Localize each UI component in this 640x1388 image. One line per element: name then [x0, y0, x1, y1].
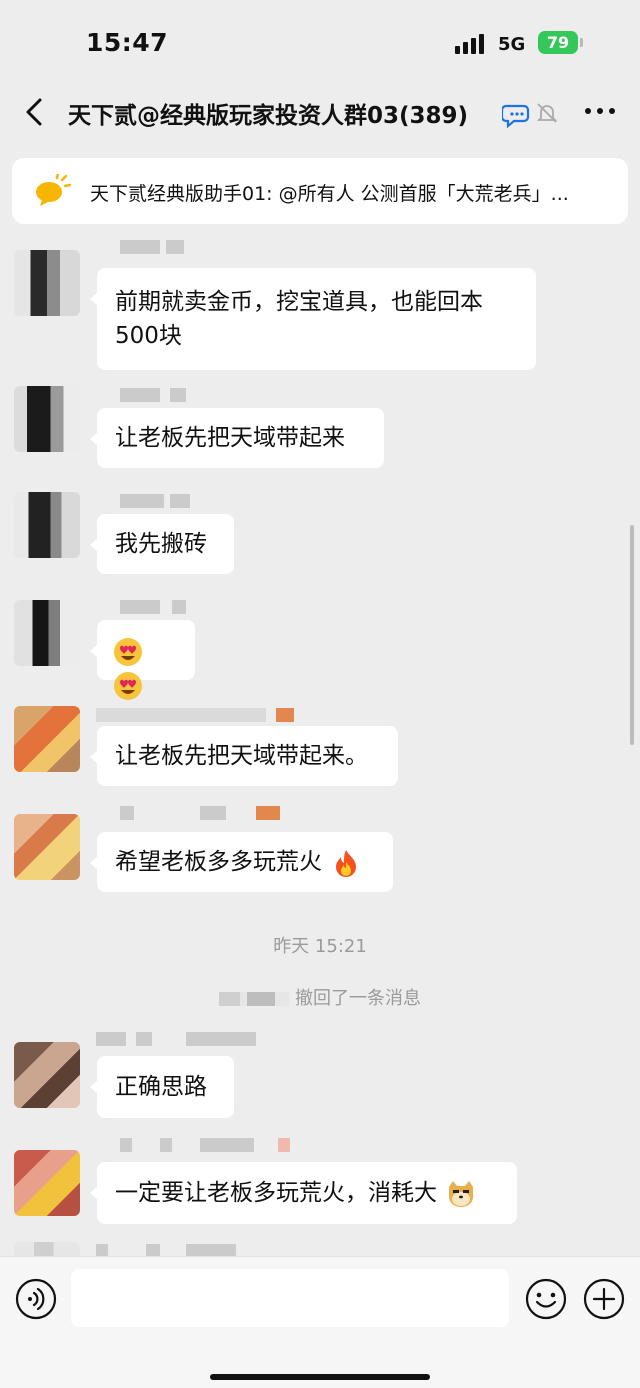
more-options-icon[interactable]	[580, 96, 620, 126]
sender-name	[96, 386, 306, 404]
mute-bell-icon	[536, 103, 558, 123]
message-text: 让老板先把天域带起来。	[115, 743, 368, 769]
heart-eyes-emoji-icon	[114, 671, 142, 700]
avatar[interactable]	[14, 1042, 80, 1108]
message-text: 一定要让老板多玩荒火，消耗大	[115, 1180, 437, 1206]
chat-header: 天下贰@经典版玩家投资人群03(389)	[0, 84, 640, 142]
signal-icon	[455, 32, 489, 54]
time-separator: 昨天 15:21	[273, 936, 367, 957]
sender-name	[96, 804, 306, 822]
message-input[interactable]	[71, 1269, 509, 1327]
home-indicator	[210, 1374, 430, 1380]
avatar[interactable]	[14, 1242, 80, 1256]
message-bubble[interactable]: 让老板先把天域带起来。	[90, 726, 398, 786]
sender-name	[96, 706, 306, 724]
message-bubble[interactable]: 让老板先把天域带起来	[90, 408, 384, 468]
avatar[interactable]	[14, 492, 80, 558]
message-bubble[interactable]: 一定要让老板多玩荒火，消耗大	[90, 1162, 517, 1224]
plus-icon[interactable]	[582, 1277, 626, 1321]
avatar[interactable]	[14, 250, 80, 316]
message-bubble[interactable]	[90, 620, 195, 700]
heart-eyes-emoji-icon	[114, 637, 142, 666]
smile-icon[interactable]	[524, 1277, 568, 1321]
message-list[interactable]: 前期就卖金币，挖宝道具，也能回本500块 让老板先把天域带起来 我先搬砖 让老板…	[0, 236, 640, 1256]
input-bar	[0, 1256, 640, 1388]
chat-title: 天下贰@经典版玩家投资人群03(389)	[68, 103, 469, 129]
sender-name	[96, 1030, 306, 1048]
recall-notice: 撤回了一条消息	[0, 984, 640, 1010]
notice-text: 天下贰经典版助手01: @所有人 公测首服「大荒老兵」...	[90, 183, 569, 205]
message-bubble[interactable]: 希望老板多多玩荒火	[90, 832, 393, 892]
voice-icon[interactable]	[14, 1277, 58, 1321]
sender-name	[96, 1242, 306, 1256]
message-text: 前期就卖金币，挖宝道具，也能回本500块	[115, 289, 483, 349]
network-type: 5G	[498, 34, 526, 55]
message-text: 正确思路	[115, 1074, 207, 1100]
back-arrow-icon[interactable]	[18, 92, 58, 132]
sender-name	[96, 1136, 306, 1154]
message-text: 我先搬砖	[115, 531, 207, 557]
message-bubble[interactable]: 我先搬砖	[90, 514, 234, 574]
doge-emoji-icon	[449, 1180, 474, 1207]
sender-name	[96, 492, 306, 510]
avatar[interactable]	[14, 600, 80, 666]
message-bubble[interactable]: 正确思路	[90, 1056, 234, 1118]
group-chat-icon	[502, 104, 530, 129]
avatar[interactable]	[14, 706, 80, 772]
scrollbar[interactable]	[630, 525, 634, 745]
message-bubble[interactable]: 前期就卖金币，挖宝道具，也能回本500块	[90, 268, 536, 370]
recall-text: 撤回了一条消息	[295, 988, 421, 1009]
avatar[interactable]	[14, 1150, 80, 1216]
message-text: 希望老板多多玩荒火	[115, 849, 322, 875]
status-time: 15:47	[86, 28, 169, 57]
battery-level: 79	[546, 33, 570, 52]
status-bar: 15:47 5G 79	[0, 0, 640, 84]
avatar[interactable]	[14, 814, 80, 880]
announcement-icon	[36, 174, 72, 206]
pinned-notice[interactable]: 天下贰经典版助手01: @所有人 公测首服「大荒老兵」...	[12, 158, 628, 224]
message-text: 让老板先把天域带起来	[115, 425, 345, 451]
fire-emoji-icon	[336, 849, 357, 877]
avatar[interactable]	[14, 386, 80, 452]
sender-name	[96, 238, 306, 256]
sender-name	[96, 598, 306, 616]
battery-icon: 79	[538, 31, 578, 54]
